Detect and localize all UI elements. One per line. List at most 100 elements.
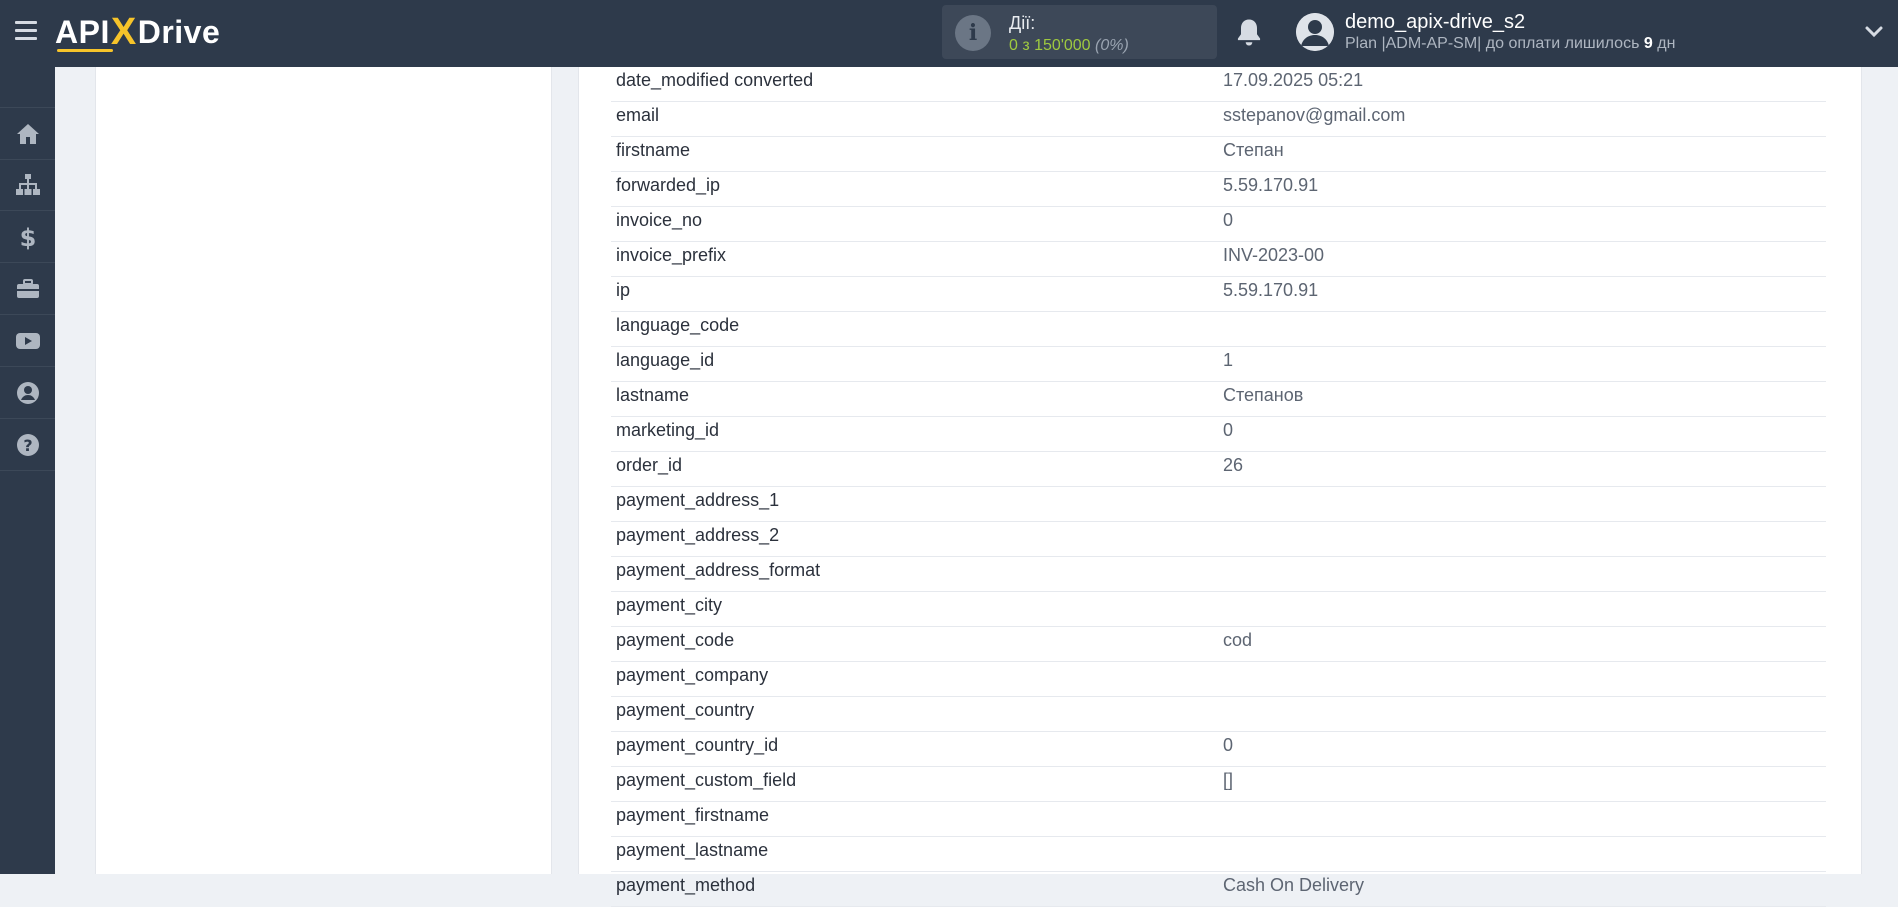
field-row: invoice_prefix INV-2023-00 — [611, 242, 1826, 277]
field-row: order_id 26 — [611, 452, 1826, 487]
top-bar: API X Drive i Дії: 0 з 150'000 (0%) demo_a… — [0, 0, 1898, 67]
field-key: language_id — [616, 350, 715, 370]
field-value: Степан — [1223, 140, 1284, 160]
field-value: cod — [1223, 630, 1253, 650]
field-row: payment_city — [611, 592, 1826, 627]
logo-text-drive: Drive — [137, 13, 221, 50]
plan-days-unit: дн — [1657, 35, 1676, 52]
field-row: payment_country_id 0 — [611, 732, 1826, 767]
sidebar-item-home[interactable] — [0, 107, 55, 160]
field-value: 0 — [1223, 210, 1234, 230]
field-value: [] — [1223, 770, 1234, 790]
field-key: marketing_id — [616, 420, 720, 440]
field-key: payment_lastname — [616, 840, 769, 860]
field-row: payment_address_2 — [611, 522, 1826, 557]
field-value: 5.59.170.91 — [1223, 280, 1319, 300]
field-key: payment_country — [616, 700, 755, 720]
sidebar-item-connections[interactable] — [0, 159, 55, 211]
field-row: email sstepanov@gmail.com — [611, 102, 1826, 137]
sidebar: $ ? — [0, 67, 55, 874]
field-row: ip 5.59.170.91 — [611, 277, 1826, 312]
field-row: payment_method Cash On Delivery — [611, 872, 1826, 907]
field-row: payment_address_format — [611, 557, 1826, 592]
field-key: payment_country_id — [616, 735, 779, 755]
field-key: payment_custom_field — [616, 770, 797, 790]
sidebar-item-services[interactable] — [0, 263, 55, 315]
field-key: payment_city — [616, 595, 723, 615]
svg-text:$: $ — [19, 224, 36, 250]
field-row: lastname Степанов — [611, 382, 1826, 417]
logo-text-x: X — [110, 10, 137, 53]
field-key: payment_company — [616, 665, 769, 685]
logo-text-api: API — [55, 13, 110, 50]
actions-count: 0 з 150'000 (0%) — [1009, 37, 1129, 55]
logo-underline — [57, 49, 113, 52]
user-avatar-icon — [1296, 13, 1334, 51]
field-key: payment_address_2 — [616, 525, 780, 545]
actions-counter[interactable]: i Дії: 0 з 150'000 (0%) — [942, 5, 1217, 59]
field-list: date_modified converted 17.09.2025 05:21 e… — [611, 67, 1826, 907]
field-value: INV-2023-00 — [1223, 245, 1325, 265]
field-value: 5.59.170.91 — [1223, 175, 1319, 195]
sitemap-icon — [15, 173, 40, 195]
field-key: email — [616, 105, 660, 125]
chevron-down-icon[interactable] — [1864, 22, 1884, 42]
avatar[interactable] — [1296, 13, 1334, 51]
help-icon: ? — [16, 433, 39, 456]
field-value: 0 — [1223, 420, 1234, 440]
left-panel — [95, 67, 552, 874]
data-preview-panel: date_modified converted 17.09.2025 05:21 e… — [578, 67, 1862, 907]
username[interactable]: demo_apix-drive_s2 — [1345, 11, 1525, 34]
field-key: language_code — [616, 315, 740, 335]
field-row: payment_code cod — [611, 627, 1826, 662]
sidebar-item-billing[interactable]: $ — [0, 211, 55, 263]
field-row: language_code — [611, 312, 1826, 347]
field-key: payment_code — [616, 630, 735, 650]
user-circle-icon — [16, 381, 39, 404]
field-row: firstname Степан — [611, 137, 1826, 172]
field-row: date_modified converted 17.09.2025 05:21 — [611, 67, 1826, 102]
actions-count-percent: (0%) — [1095, 37, 1129, 54]
field-key: forwarded_ip — [616, 175, 721, 195]
plan-days: 9 — [1643, 35, 1653, 52]
field-row: payment_company — [611, 662, 1826, 697]
actions-count-value: 0 з 150'000 — [1009, 37, 1091, 54]
sidebar-item-help[interactable]: ? — [0, 419, 55, 471]
field-value: Cash On Delivery — [1223, 875, 1365, 895]
logo[interactable]: API X Drive — [55, 10, 220, 54]
field-row: payment_country — [611, 697, 1826, 732]
actions-label: Дії: — [1009, 13, 1036, 33]
field-key: payment_address_format — [616, 560, 821, 580]
field-value: Степанов — [1223, 385, 1304, 405]
field-value: 26 — [1223, 455, 1244, 475]
field-row: language_id 1 — [611, 347, 1826, 382]
field-value: 1 — [1223, 350, 1234, 370]
dollar-icon: $ — [19, 224, 36, 250]
menu-icon[interactable] — [15, 21, 37, 41]
field-row: invoice_no 0 — [611, 207, 1826, 242]
field-key: order_id — [616, 455, 683, 475]
field-key: invoice_no — [616, 210, 703, 230]
field-value: 0 — [1223, 735, 1234, 755]
field-row: forwarded_ip 5.59.170.91 — [611, 172, 1826, 207]
bell-icon[interactable] — [1234, 17, 1264, 49]
briefcase-icon — [16, 278, 39, 298]
field-row: payment_lastname — [611, 837, 1826, 872]
field-row: payment_address_1 — [611, 487, 1826, 522]
field-key: payment_firstname — [616, 805, 770, 825]
sidebar-item-account[interactable] — [0, 367, 55, 419]
field-value: sstepanov@gmail.com — [1223, 105, 1406, 125]
svg-text:?: ? — [23, 436, 32, 455]
plan-text: Plan |ADM-AP-SM| до оплати лишилось — [1345, 35, 1640, 52]
field-key: firstname — [616, 140, 691, 160]
field-key: payment_method — [616, 875, 756, 895]
field-key: lastname — [616, 385, 690, 405]
field-key: payment_address_1 — [616, 490, 780, 510]
sidebar-item-video[interactable] — [0, 315, 55, 367]
field-key: ip — [616, 280, 631, 300]
info-icon: i — [955, 15, 991, 51]
field-row: marketing_id 0 — [611, 417, 1826, 452]
plan-info: Plan |ADM-AP-SM| до оплати лишилось 9 дн — [1345, 35, 1675, 53]
field-value: 17.09.2025 05:21 — [1223, 70, 1364, 90]
home-icon — [16, 123, 39, 144]
